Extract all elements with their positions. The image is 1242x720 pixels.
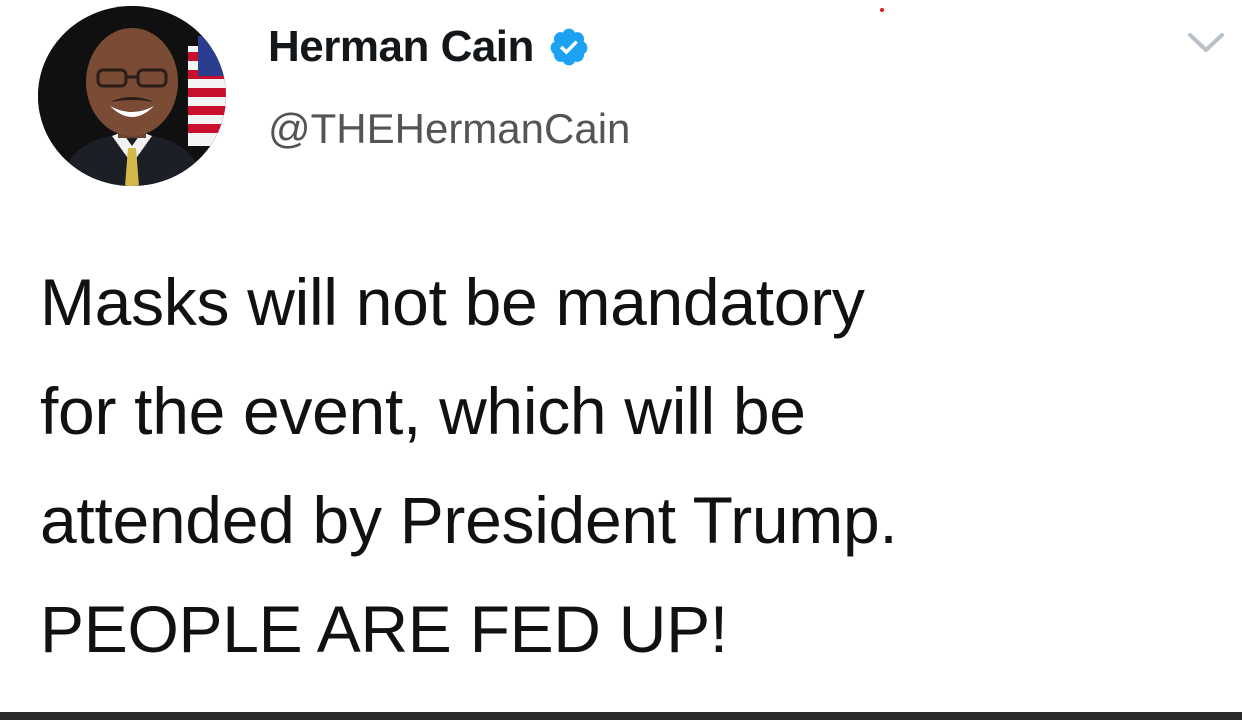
tweet-screenshot: Herman Cain @THEHermanCain Masks will no… — [0, 0, 1242, 720]
user-handle[interactable]: @THEHermanCain — [268, 105, 630, 153]
verified-badge-icon — [548, 26, 590, 68]
tweet-text-line: for the event, which will be — [40, 374, 806, 448]
tweet-text-line: Masks will not be mandatory — [40, 265, 865, 339]
avatar[interactable] — [38, 6, 226, 186]
chevron-down-icon[interactable] — [1184, 28, 1228, 58]
tweet-text-line: attended by President Trump. — [40, 483, 898, 557]
tweet-text-line: PEOPLE ARE FED UP! — [40, 592, 728, 666]
author-name-row: Herman Cain — [268, 16, 590, 78]
tweet-text: Masks will not be mandatory for the even… — [40, 248, 1220, 684]
profile-photo — [38, 6, 226, 186]
display-name[interactable]: Herman Cain — [268, 22, 534, 72]
bottom-divider — [0, 712, 1242, 720]
artifact-dot — [880, 8, 884, 12]
